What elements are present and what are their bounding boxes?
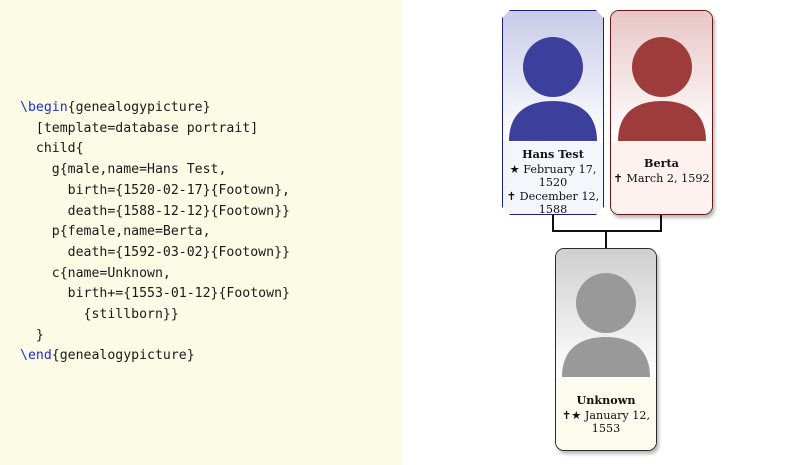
birth-date: February 17, 1520 [523,162,597,189]
death-date: March 2, 1592 [626,171,710,185]
person-silhouette-icon [562,273,650,377]
death-event: ✝ December 12, 1588 [503,190,603,216]
genealogy-diagram: Hans Test ★ February 17, 1520 ✝ December… [402,0,800,465]
code-text: death={1592-03-02}{Footown}} [20,244,290,260]
person-name: Hans Test [522,147,584,161]
code-text: {stillborn}} [20,307,179,323]
portrait [503,11,603,141]
death-date: December 12, 1588 [519,189,600,215]
person-card-berta: Berta ✝ March 2, 1592 [610,10,713,215]
code-line: death={1588-12-12}{Footown}} [20,202,290,223]
death-event: ✝ March 2, 1592 [611,172,712,186]
code-text: } [20,327,44,343]
birth-star-icon: ★ [509,162,520,176]
code-line: {stillborn}} [20,305,290,326]
person-info: Berta ✝ March 2, 1592 [611,142,712,214]
code-text: g{male,name=Hans Test, [20,162,227,178]
person-card-unknown: Unknown ✝★ January 12, 1553 [555,248,657,451]
latex-code: \begin{genealogypicture} [template=datab… [20,98,290,367]
code-line: birth+={1553-01-12}{Footown} [20,284,290,305]
code-line: birth={1520-02-17}{Footown}, [20,181,290,202]
code-line: \begin{genealogypicture} [20,98,290,119]
code-line: [template=database portrait] [20,119,290,140]
code-line: c{name=Unknown, [20,264,290,285]
stillborn-date: January 12, 1553 [584,408,651,436]
code-text: birth={1520-02-17}{Footown}, [20,182,290,198]
stillborn-cross-star-icon: ✝★ [561,408,582,422]
person-name: Berta [644,156,679,170]
birth-event: ★ February 17, 1520 [503,163,603,190]
code-text: {genealogypicture} [51,348,195,364]
code-panel: \begin{genealogypicture} [template=datab… [0,0,402,465]
code-text: p{female,name=Berta, [20,224,211,240]
code-text: c{name=Unknown, [20,265,171,281]
death-cross-icon: ✝ [613,171,623,185]
code-text: death={1588-12-12}{Footown}} [20,203,290,219]
code-line: child{ [20,139,290,160]
code-text: birth+={1553-01-12}{Footown} [20,286,290,302]
code-line: g{male,name=Hans Test, [20,160,290,181]
code-line: p{female,name=Berta, [20,222,290,243]
portrait [611,11,712,141]
code-keyword: \begin [20,100,68,115]
person-name: Unknown [576,393,636,407]
portrait [556,249,656,377]
person-silhouette-icon [617,37,706,141]
person-info: Unknown ✝★ January 12, 1553 [556,378,656,450]
death-cross-icon: ✝ [506,189,517,203]
code-keyword: \end [20,348,52,364]
code-text: [template=database portrait] [20,120,259,136]
code-line: \end{genealogypicture} [20,346,290,367]
stillborn-event: ✝★ January 12, 1553 [556,409,656,436]
code-line: death={1592-03-02}{Footown}} [20,243,290,264]
code-text: child{ [20,141,84,157]
person-info: Hans Test ★ February 17, 1520 ✝ December… [503,142,603,214]
person-card-hans-test: Hans Test ★ February 17, 1520 ✝ December… [502,10,604,215]
code-text: {genealogypicture} [67,100,211,115]
person-silhouette-icon [509,33,597,141]
code-line: } [20,326,290,347]
